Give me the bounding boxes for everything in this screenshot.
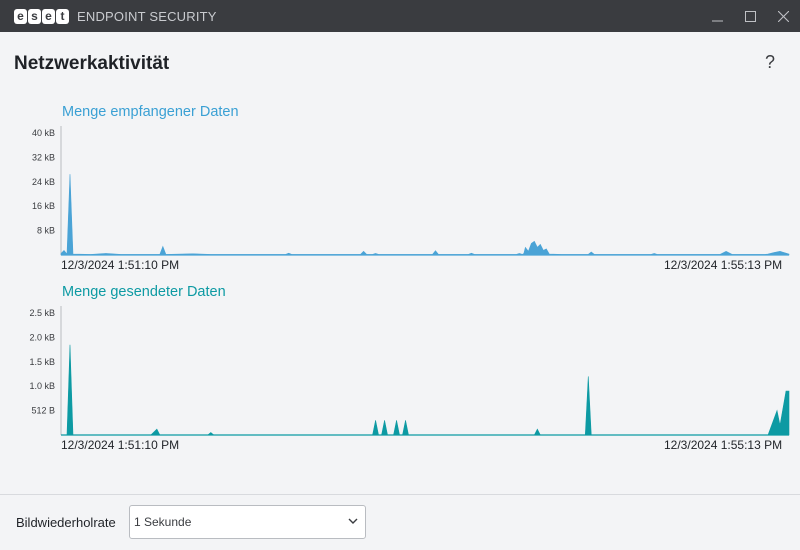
brand-badge: e s e t [14, 8, 69, 24]
y-tick-label: 1.0 kB [29, 381, 55, 391]
refresh-rate-value: 1 Sekunde [134, 515, 192, 529]
received-end-time: 12/3/2024 1:55:13 PM [664, 258, 783, 272]
brand-letter: e [42, 8, 55, 24]
received-data-chart: 8 kB 16 kB 24 kB 32 kB 40 kB [32, 126, 790, 256]
page-title: Netzwerkaktivität [14, 53, 170, 74]
brand-letter: t [56, 8, 69, 24]
y-tick-label: 1.5 kB [29, 357, 55, 367]
close-button[interactable] [767, 0, 800, 32]
y-tick-label: 2.0 kB [29, 332, 55, 342]
title-bar: e s e t ENDPOINT SECURITY [0, 0, 800, 32]
y-tick-label: 512 B [31, 406, 55, 416]
y-tick-label: 32 kB [32, 152, 55, 162]
refresh-rate-select[interactable]: 1 Sekunde [129, 505, 366, 539]
eset-logo: e s e t ENDPOINT SECURITY [14, 8, 217, 24]
minimize-icon [712, 20, 723, 21]
chevron-down-icon [348, 518, 358, 524]
y-tick-label: 16 kB [32, 201, 55, 211]
window-controls [701, 0, 800, 32]
area-series [61, 344, 790, 436]
received-chart-title: Menge empfangener Daten [62, 104, 239, 120]
minimize-button[interactable] [701, 0, 734, 32]
product-name: ENDPOINT SECURITY [77, 8, 217, 24]
received-start-time: 12/3/2024 1:51:10 PM [61, 258, 180, 272]
y-tick-label: 2.5 kB [29, 308, 55, 318]
y-tick-label: 24 kB [32, 177, 55, 187]
sent-data-chart: 512 B 1.0 kB 1.5 kB 2.0 kB 2.5 kB [29, 306, 790, 436]
area-series [60, 174, 790, 256]
sent-start-time: 12/3/2024 1:51:10 PM [61, 438, 180, 452]
footer-divider [0, 494, 800, 495]
refresh-rate-label: Bildwiederholrate [16, 515, 116, 530]
maximize-icon [745, 10, 756, 22]
help-button[interactable]: ? [765, 52, 775, 73]
brand-letter: s [28, 8, 41, 24]
maximize-button[interactable] [734, 0, 767, 32]
sent-chart-title: Menge gesendeter Daten [62, 284, 226, 300]
close-icon [778, 10, 789, 22]
y-tick-label: 8 kB [37, 226, 55, 236]
brand-letter: e [14, 8, 27, 24]
sent-end-time: 12/3/2024 1:55:13 PM [664, 438, 783, 452]
y-tick-label: 40 kB [32, 128, 55, 138]
